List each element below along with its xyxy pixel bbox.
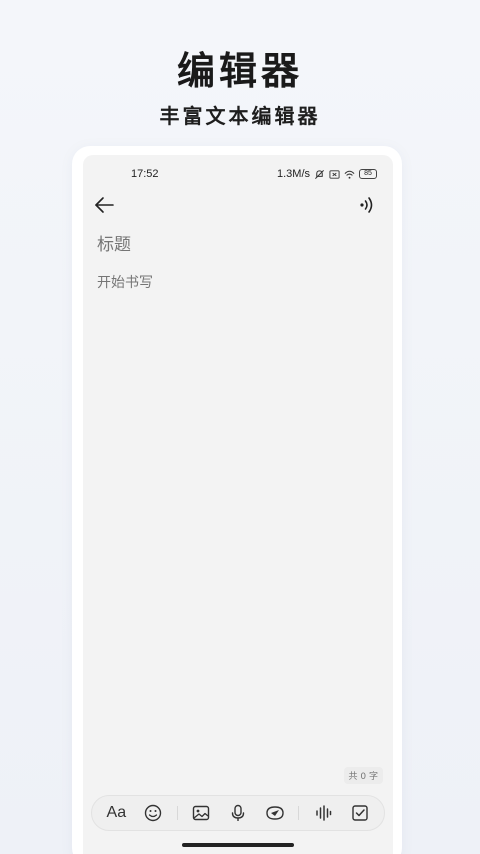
emoji-icon xyxy=(144,804,162,822)
mute-icon xyxy=(315,169,324,179)
word-count: 共 0 字 xyxy=(343,767,383,784)
checkbox-icon xyxy=(351,805,368,821)
home-indicator xyxy=(182,843,294,847)
battery-icon: 85 xyxy=(359,169,377,179)
promo-title: 编辑器 xyxy=(176,48,303,93)
status-bar: 17:52 1.3M/s 85 xyxy=(83,167,393,183)
note-body-input[interactable] xyxy=(97,271,377,295)
editor-toolbar: Aa xyxy=(91,795,385,831)
status-time: 17:52 xyxy=(131,168,159,180)
promo-page: 编辑器 丰富文本编辑器 17:52 1.3M/s 85 标题 开始书写 共 0 … xyxy=(0,0,480,854)
emoji-button[interactable] xyxy=(140,800,166,826)
voice-button[interactable] xyxy=(225,800,251,826)
doodle-icon xyxy=(265,806,284,820)
read-aloud-icon[interactable] xyxy=(357,193,377,217)
back-arrow-icon[interactable] xyxy=(93,193,117,217)
audio-wave-button[interactable] xyxy=(310,800,336,826)
image-button[interactable] xyxy=(188,800,214,826)
top-bar xyxy=(83,193,393,217)
wifi-icon xyxy=(344,170,355,179)
sim-x-icon xyxy=(329,169,340,179)
audio-wave-icon xyxy=(316,805,332,821)
editor-screen: 17:52 1.3M/s 85 标题 开始书写 共 0 字 Aa xyxy=(83,155,393,854)
doodle-button[interactable] xyxy=(262,800,288,826)
status-right: 1.3M/s 85 xyxy=(277,168,377,180)
microphone-icon xyxy=(231,804,245,821)
toolbar-divider xyxy=(176,806,178,820)
font-style-button[interactable]: Aa xyxy=(103,800,129,826)
note-title-input[interactable] xyxy=(97,233,377,257)
toolbar-divider xyxy=(298,806,300,820)
image-icon xyxy=(193,805,210,821)
network-speed: 1.3M/s xyxy=(276,168,310,180)
promo-subtitle: 丰富文本编辑器 xyxy=(159,104,321,128)
checklist-button[interactable] xyxy=(347,800,373,826)
